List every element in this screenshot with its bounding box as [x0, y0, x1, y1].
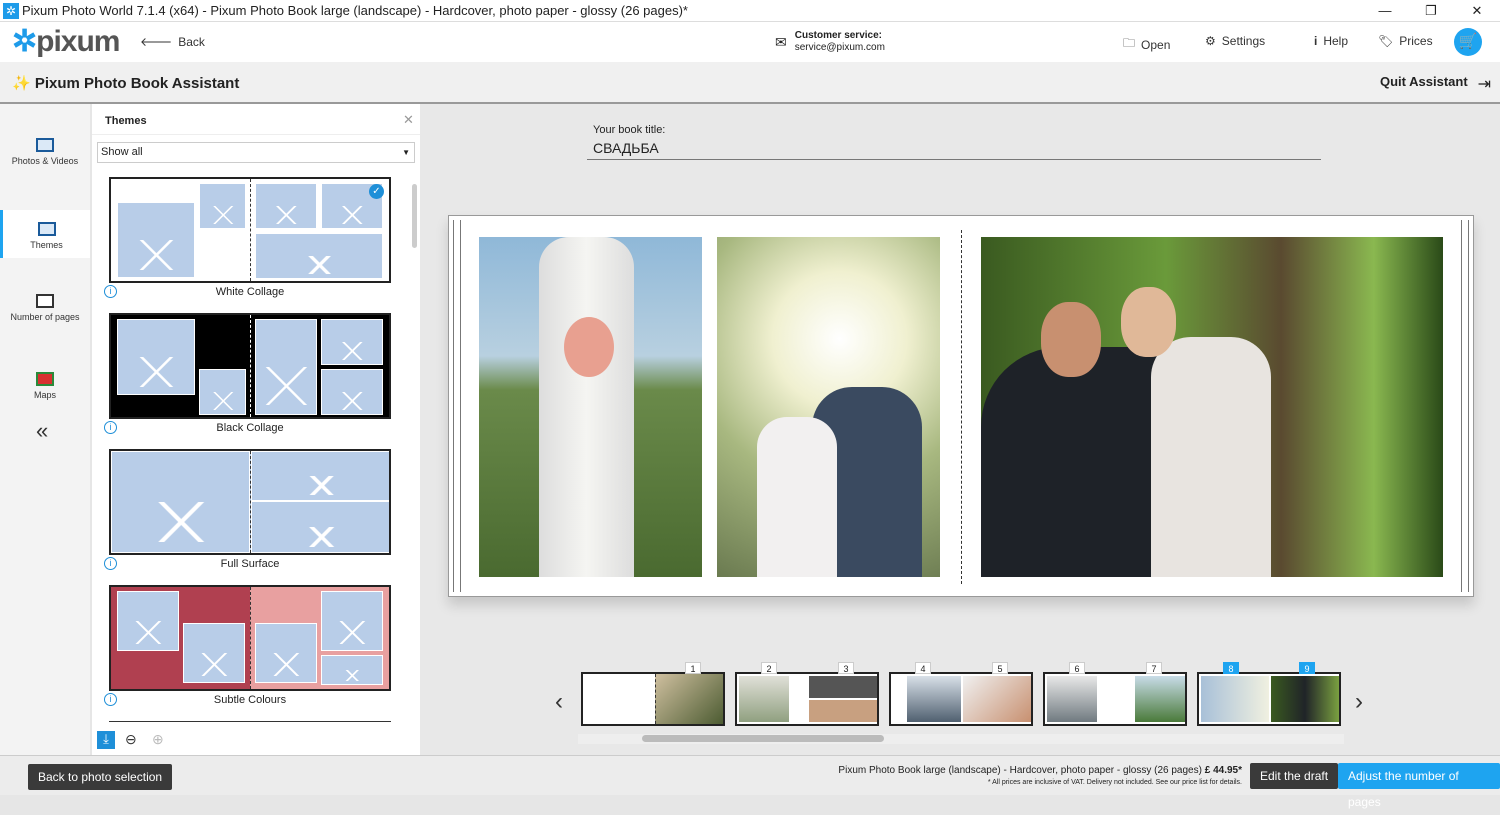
minimize-button[interactable]: — [1362, 0, 1408, 22]
page-number: 3 [838, 662, 854, 674]
pixum-logo[interactable]: ✲pixum [12, 26, 121, 58]
back-to-photo-selection-button[interactable]: Back to photo selection [28, 764, 173, 790]
photo-couple-embrace[interactable] [981, 237, 1443, 577]
theme-label: Subtle Colours [213, 694, 287, 706]
gear-icon: ⚙ [1205, 34, 1216, 48]
app-icon: ✲ [3, 3, 19, 19]
collapse-sidebar-button[interactable]: « [36, 418, 48, 444]
folder-icon: 🗀 [1123, 36, 1136, 50]
panel-title: Themes [105, 115, 147, 127]
page-number: 6 [1069, 662, 1085, 674]
window-title-bar: ✲ Pixum Photo World 7.1.4 (x64) - Pixum … [0, 0, 1500, 22]
page-thumbnail[interactable] [735, 672, 879, 726]
magic-wand-icon: ✨ [12, 75, 31, 92]
sidebar-item-pages[interactable]: Number of pages [0, 260, 90, 330]
photo-bride-bouquet[interactable] [479, 237, 702, 577]
book-title-label: Your book title: [593, 124, 666, 136]
sidebar: Photos & Videos Themes Number of pages M… [0, 104, 90, 755]
assistant-title: Pixum Photo Book Assistant [34, 75, 240, 92]
book-icon [37, 222, 56, 236]
assistant-bar: ✨ Pixum Photo Book Assistant Quit Assist… [0, 62, 1500, 104]
scrollbar-thumb[interactable] [642, 735, 884, 742]
theme-subtle-colours[interactable] [109, 585, 391, 691]
book-spread [448, 215, 1474, 597]
next-pages-button[interactable]: › [1355, 688, 1363, 716]
product-description: Pixum Photo Book large (landscape) - Har… [838, 765, 1202, 776]
quit-assistant-button[interactable]: Quit Assistant ⇥ [1380, 74, 1491, 94]
page-number: 4 [915, 662, 931, 674]
settings-button[interactable]: ⚙ Settings [1205, 34, 1265, 48]
theme-filter-select[interactable]: Show all ▼ [97, 142, 415, 163]
page-number: 7 [1146, 662, 1162, 674]
sidebar-item-themes[interactable]: Themes [0, 210, 90, 258]
panel-scrollbar[interactable] [412, 184, 417, 248]
theme-black-collage[interactable] [109, 313, 391, 419]
book-title-input[interactable]: СВАДЬБА [587, 140, 1321, 160]
customer-service[interactable]: ✉ Customer service: service@pixum.com [775, 30, 885, 54]
theme-label: Full Surface [220, 558, 280, 570]
back-button[interactable]: 🡐 Back [140, 34, 205, 50]
page-thumbnail[interactable] [889, 672, 1033, 726]
header: ✲pixum 🡐 Back ✉ Customer service: service@… [0, 22, 1500, 62]
thumbnail-scrollbar[interactable] [578, 734, 1344, 744]
page-number: 2 [761, 662, 777, 674]
cart-icon: 🛒 [1458, 33, 1478, 50]
cart-button[interactable]: 🛒 [1454, 28, 1482, 56]
theme-label: Black Collage [216, 422, 284, 434]
theme-full-surface[interactable] [109, 449, 391, 555]
sidebar-item-maps[interactable]: Maps [0, 338, 90, 408]
download-icon[interactable]: ⤓ [97, 731, 115, 749]
edit-draft-button[interactable]: Edit the draft [1250, 763, 1339, 789]
page-number-selected: 8 [1223, 662, 1239, 674]
tag-icon: 🏷 [1378, 34, 1394, 48]
help-button[interactable]: i Help [1314, 34, 1348, 48]
open-button[interactable]: 🗀 Open [1123, 34, 1170, 55]
page-thumbnail[interactable] [1197, 672, 1341, 726]
prices-button[interactable]: 🏷 Prices [1378, 34, 1433, 48]
price-note: * All prices are inclusive of VAT. Deliv… [987, 779, 1242, 786]
adjust-pages-button[interactable]: Adjust the number of pages [1338, 763, 1500, 809]
info-icon: i [1314, 34, 1318, 48]
map-icon [36, 372, 54, 386]
envelope-icon: ✉ [775, 33, 787, 50]
selected-check-icon: ✓ [369, 184, 384, 199]
zoom-in-icon[interactable]: ⊕ [152, 731, 164, 748]
maximize-button[interactable]: ❐ [1408, 0, 1454, 22]
footer-bar: Back to photo selection Pixum Photo Book… [0, 755, 1500, 809]
themes-panel: Themes ✕ Show all ▼ ✓ i White Collage i B… [92, 104, 420, 755]
page-number: 1 [685, 662, 701, 674]
arrow-left-icon: 🡐 [140, 35, 173, 49]
price: £ 44.95* [1204, 765, 1242, 776]
prev-pages-button[interactable]: ‹ [555, 688, 563, 716]
window-title: Pixum Photo World 7.1.4 (x64) - Pixum Ph… [22, 3, 688, 18]
sidebar-item-photos[interactable]: Photos & Videos [0, 104, 90, 174]
close-panel-button[interactable]: ✕ [403, 112, 414, 128]
page-thumbnail[interactable] [1043, 672, 1187, 726]
zoom-out-icon[interactable]: ⊖ [125, 731, 137, 748]
page-number-selected: 9 [1299, 662, 1315, 674]
close-button[interactable]: ✕ [1454, 0, 1500, 22]
theme-label: White Collage [215, 286, 285, 298]
page-thumbnail[interactable] [581, 672, 725, 726]
photo-icon [36, 138, 54, 152]
add-pages-icon [36, 294, 54, 308]
exit-icon: ⇥ [1477, 76, 1492, 93]
theme-white-collage[interactable]: ✓ [109, 177, 391, 283]
page-number: 5 [992, 662, 1008, 674]
photo-couple-sunlight[interactable] [717, 237, 940, 577]
